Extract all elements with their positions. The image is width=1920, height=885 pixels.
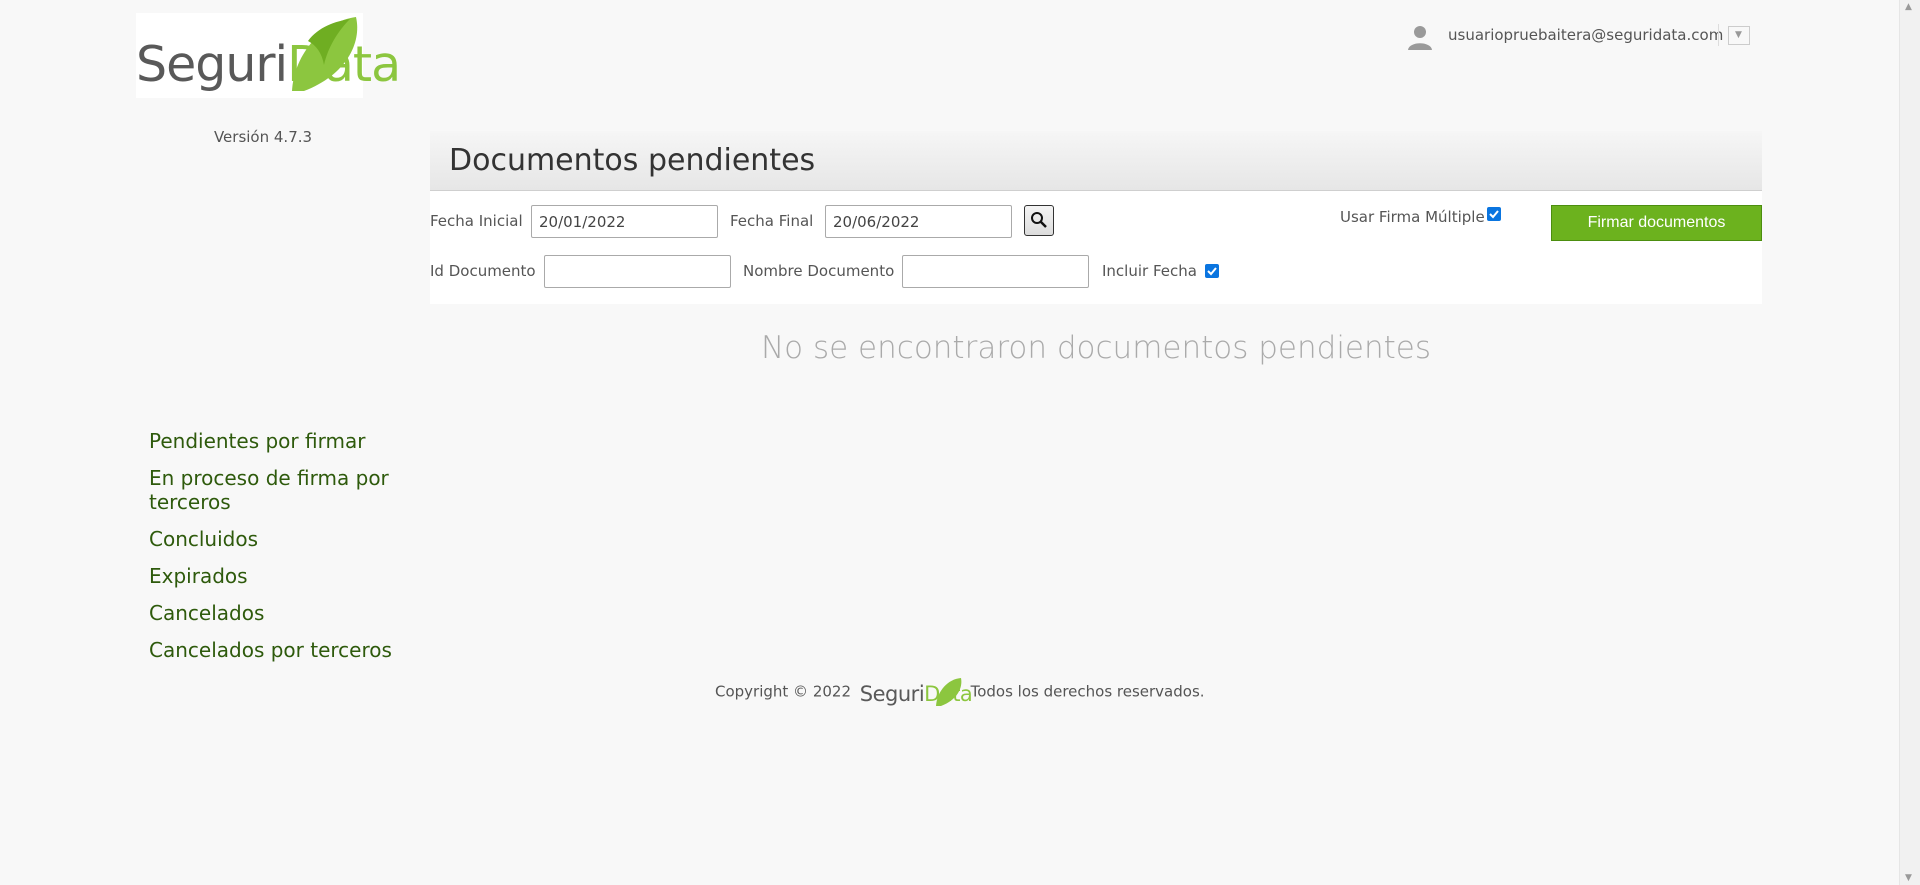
nombre-documento-input[interactable] — [902, 255, 1089, 288]
check-icon — [1489, 210, 1499, 219]
check-icon — [1207, 267, 1217, 276]
footer-rights: Todos los derechos reservados. — [970, 682, 1205, 701]
id-documento-input[interactable] — [544, 255, 731, 288]
footer: Copyright © 2022 SeguriData Todos los de… — [715, 676, 1205, 708]
fecha-inicial-input[interactable] — [531, 205, 718, 238]
sidebar-item-concluidos[interactable]: Concluidos — [149, 527, 409, 551]
user-icon — [1408, 26, 1432, 50]
app-version: Versión 4.7.3 — [213, 128, 313, 146]
incluir-fecha-checkbox[interactable] — [1205, 264, 1219, 278]
fecha-final-input[interactable] — [825, 205, 1012, 238]
search-button[interactable] — [1024, 205, 1054, 236]
vertical-scrollbar[interactable]: ▲ ▼ — [1899, 0, 1920, 885]
scroll-up-icon[interactable]: ▲ — [1905, 2, 1912, 12]
fecha-final-label: Fecha Final — [730, 212, 814, 230]
id-documento-label: Id Documento — [430, 262, 536, 280]
sidebar-nav: Pendientes por firmar En proceso de firm… — [149, 429, 409, 675]
user-email[interactable]: usuariopruebaitera@seguridata.com — [1448, 26, 1723, 44]
footer-copyright: Copyright © 2022 — [715, 682, 852, 701]
brand-logo[interactable]: SeguriData — [136, 13, 401, 98]
chevron-down-icon: ▼ — [1735, 30, 1742, 40]
firmar-documentos-button[interactable]: Firmar documentos — [1551, 205, 1762, 241]
sidebar-item-pendientes[interactable]: Pendientes por firmar — [149, 429, 409, 453]
scroll-down-icon[interactable]: ▼ — [1905, 873, 1912, 883]
usar-firma-multiple-label: Usar Firma Múltiple — [1340, 208, 1485, 226]
user-separator — [1718, 24, 1719, 46]
leaf-icon — [292, 17, 358, 91]
footer-logo: SeguriData — [860, 676, 973, 708]
empty-state-message: No se encontraron documentos pendientes — [760, 330, 1432, 366]
sidebar-item-cancelados[interactable]: Cancelados — [149, 601, 409, 625]
sidebar-item-en-proceso[interactable]: En proceso de firma por terceros — [149, 466, 409, 514]
page-title: Documentos pendientes — [449, 143, 816, 178]
leaf-icon — [935, 678, 962, 706]
fecha-inicial-label: Fecha Inicial — [430, 212, 523, 230]
search-icon — [1031, 212, 1047, 228]
incluir-fecha-label: Incluir Fecha — [1102, 262, 1197, 280]
nombre-documento-label: Nombre Documento — [743, 262, 895, 280]
user-menu-dropdown[interactable]: ▼ — [1728, 26, 1750, 45]
sidebar-item-cancelados-terceros[interactable]: Cancelados por terceros — [149, 638, 409, 662]
sidebar-item-expirados[interactable]: Expirados — [149, 564, 409, 588]
usar-firma-multiple-checkbox[interactable] — [1487, 207, 1501, 221]
